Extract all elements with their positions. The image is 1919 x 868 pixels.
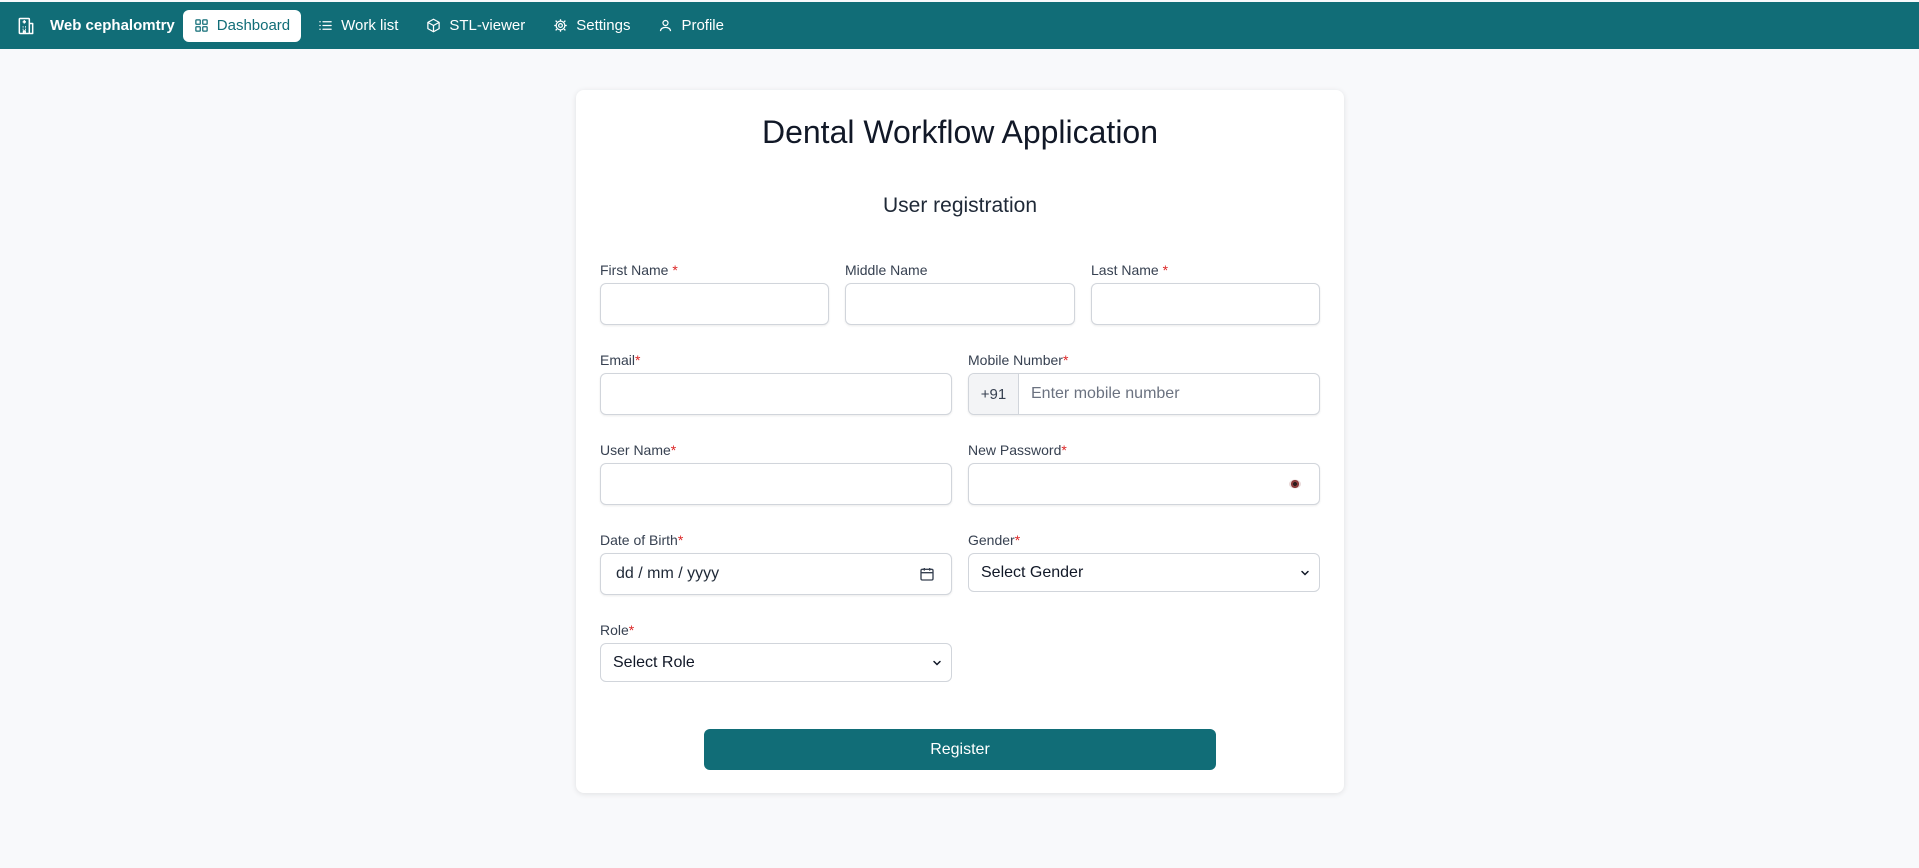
required-mark: * (1014, 532, 1021, 548)
calendar-icon[interactable] (919, 566, 935, 582)
chevron-down-icon (1301, 570, 1309, 576)
last-name-input[interactable] (1091, 283, 1320, 325)
username-input[interactable] (600, 463, 952, 505)
middle-name-label: Middle Name (845, 262, 928, 278)
cube-icon (427, 18, 441, 33)
form-subtitle: User registration (882, 194, 1038, 217)
nav-item-label: STL-viewer (449, 17, 526, 34)
dob-input[interactable]: dd / mm / yyyy (600, 553, 952, 595)
password-label: New Password* (968, 442, 1067, 458)
middle-name-group: Middle Name (845, 261, 1075, 325)
nav-item-label: Profile (681, 17, 724, 34)
required-mark: * (670, 442, 677, 458)
nav-item-work-list[interactable]: Work list (307, 10, 409, 42)
user-icon (660, 19, 672, 32)
first-name-label: First Name * (600, 262, 678, 278)
mobile-placeholder: Enter mobile number (1031, 385, 1180, 402)
email-label: Email* (600, 352, 641, 368)
role-selected-value: Select Role (613, 653, 695, 671)
nav-item-label: Dashboard (216, 17, 291, 34)
gear-icon (554, 19, 567, 32)
nav-item-stl-viewer[interactable]: STL-viewer (415, 10, 536, 42)
dashboard-grid-icon (195, 19, 208, 32)
username-group: User Name* (600, 441, 952, 505)
last-name-label: Last Name * (1091, 262, 1169, 278)
gender-label: Gender* (968, 532, 1021, 548)
register-button[interactable]: Register (704, 729, 1216, 770)
required-mark: * (635, 352, 641, 368)
required-mark: * (1162, 262, 1169, 278)
dob-label: Date of Birth* (600, 532, 684, 548)
nav-item-settings[interactable]: Settings (542, 10, 641, 42)
brand-name: Web cephalomtry (50, 17, 175, 34)
first-name-group: First Name * (600, 261, 829, 325)
dob-placeholder: dd / mm / yyyy (616, 565, 720, 582)
nav-item-label: Settings (576, 17, 631, 34)
password-input[interactable] (968, 463, 1320, 505)
nav-item-profile[interactable]: Profile (647, 10, 735, 42)
middle-name-input[interactable] (845, 283, 1075, 325)
top-navbar: Web cephalomtry Dashboard Work list STL-… (0, 2, 1919, 49)
nav-item-label: Work list (341, 17, 399, 34)
registration-card: Dental Workflow Application User registr… (576, 90, 1344, 793)
brand[interactable]: Web cephalomtry (16, 16, 175, 36)
nav-item-dashboard[interactable]: Dashboard (182, 9, 302, 42)
required-mark: * (672, 262, 678, 278)
mobile-label: Mobile Number* (968, 352, 1069, 368)
dob-group: Date of Birth* dd / mm / yyyy (600, 531, 952, 595)
required-mark: * (1062, 352, 1069, 368)
role-select[interactable]: Select Role (600, 643, 952, 682)
app-title: Dental Workflow Application (761, 114, 1159, 150)
username-label: User Name* (600, 442, 677, 458)
mobile-input[interactable]: +91 Enter mobile number (968, 373, 1320, 415)
mobile-group: Mobile Number* +91 Enter mobile number (968, 351, 1320, 415)
gender-selected-value: Select Gender (981, 563, 1084, 581)
email-input[interactable] (600, 373, 952, 415)
required-mark: * (677, 532, 684, 548)
gender-group: Gender* Select Gender (968, 531, 1320, 592)
role-group: Role* Select Role (600, 621, 952, 682)
gender-select[interactable]: Select Gender (968, 553, 1320, 592)
first-name-input[interactable] (600, 283, 829, 325)
list-icon (319, 21, 332, 30)
required-mark: * (1061, 442, 1067, 458)
required-mark: * (628, 622, 635, 638)
email-group: Email* (600, 351, 952, 415)
role-label: Role* (600, 622, 635, 638)
hospital-building-icon (16, 16, 36, 36)
password-group: New Password* (968, 441, 1320, 505)
country-code-prefix: +91 (969, 374, 1019, 414)
show-password-eye-icon[interactable] (1289, 479, 1301, 489)
chevron-down-icon (933, 660, 941, 666)
last-name-group: Last Name * (1091, 261, 1320, 325)
